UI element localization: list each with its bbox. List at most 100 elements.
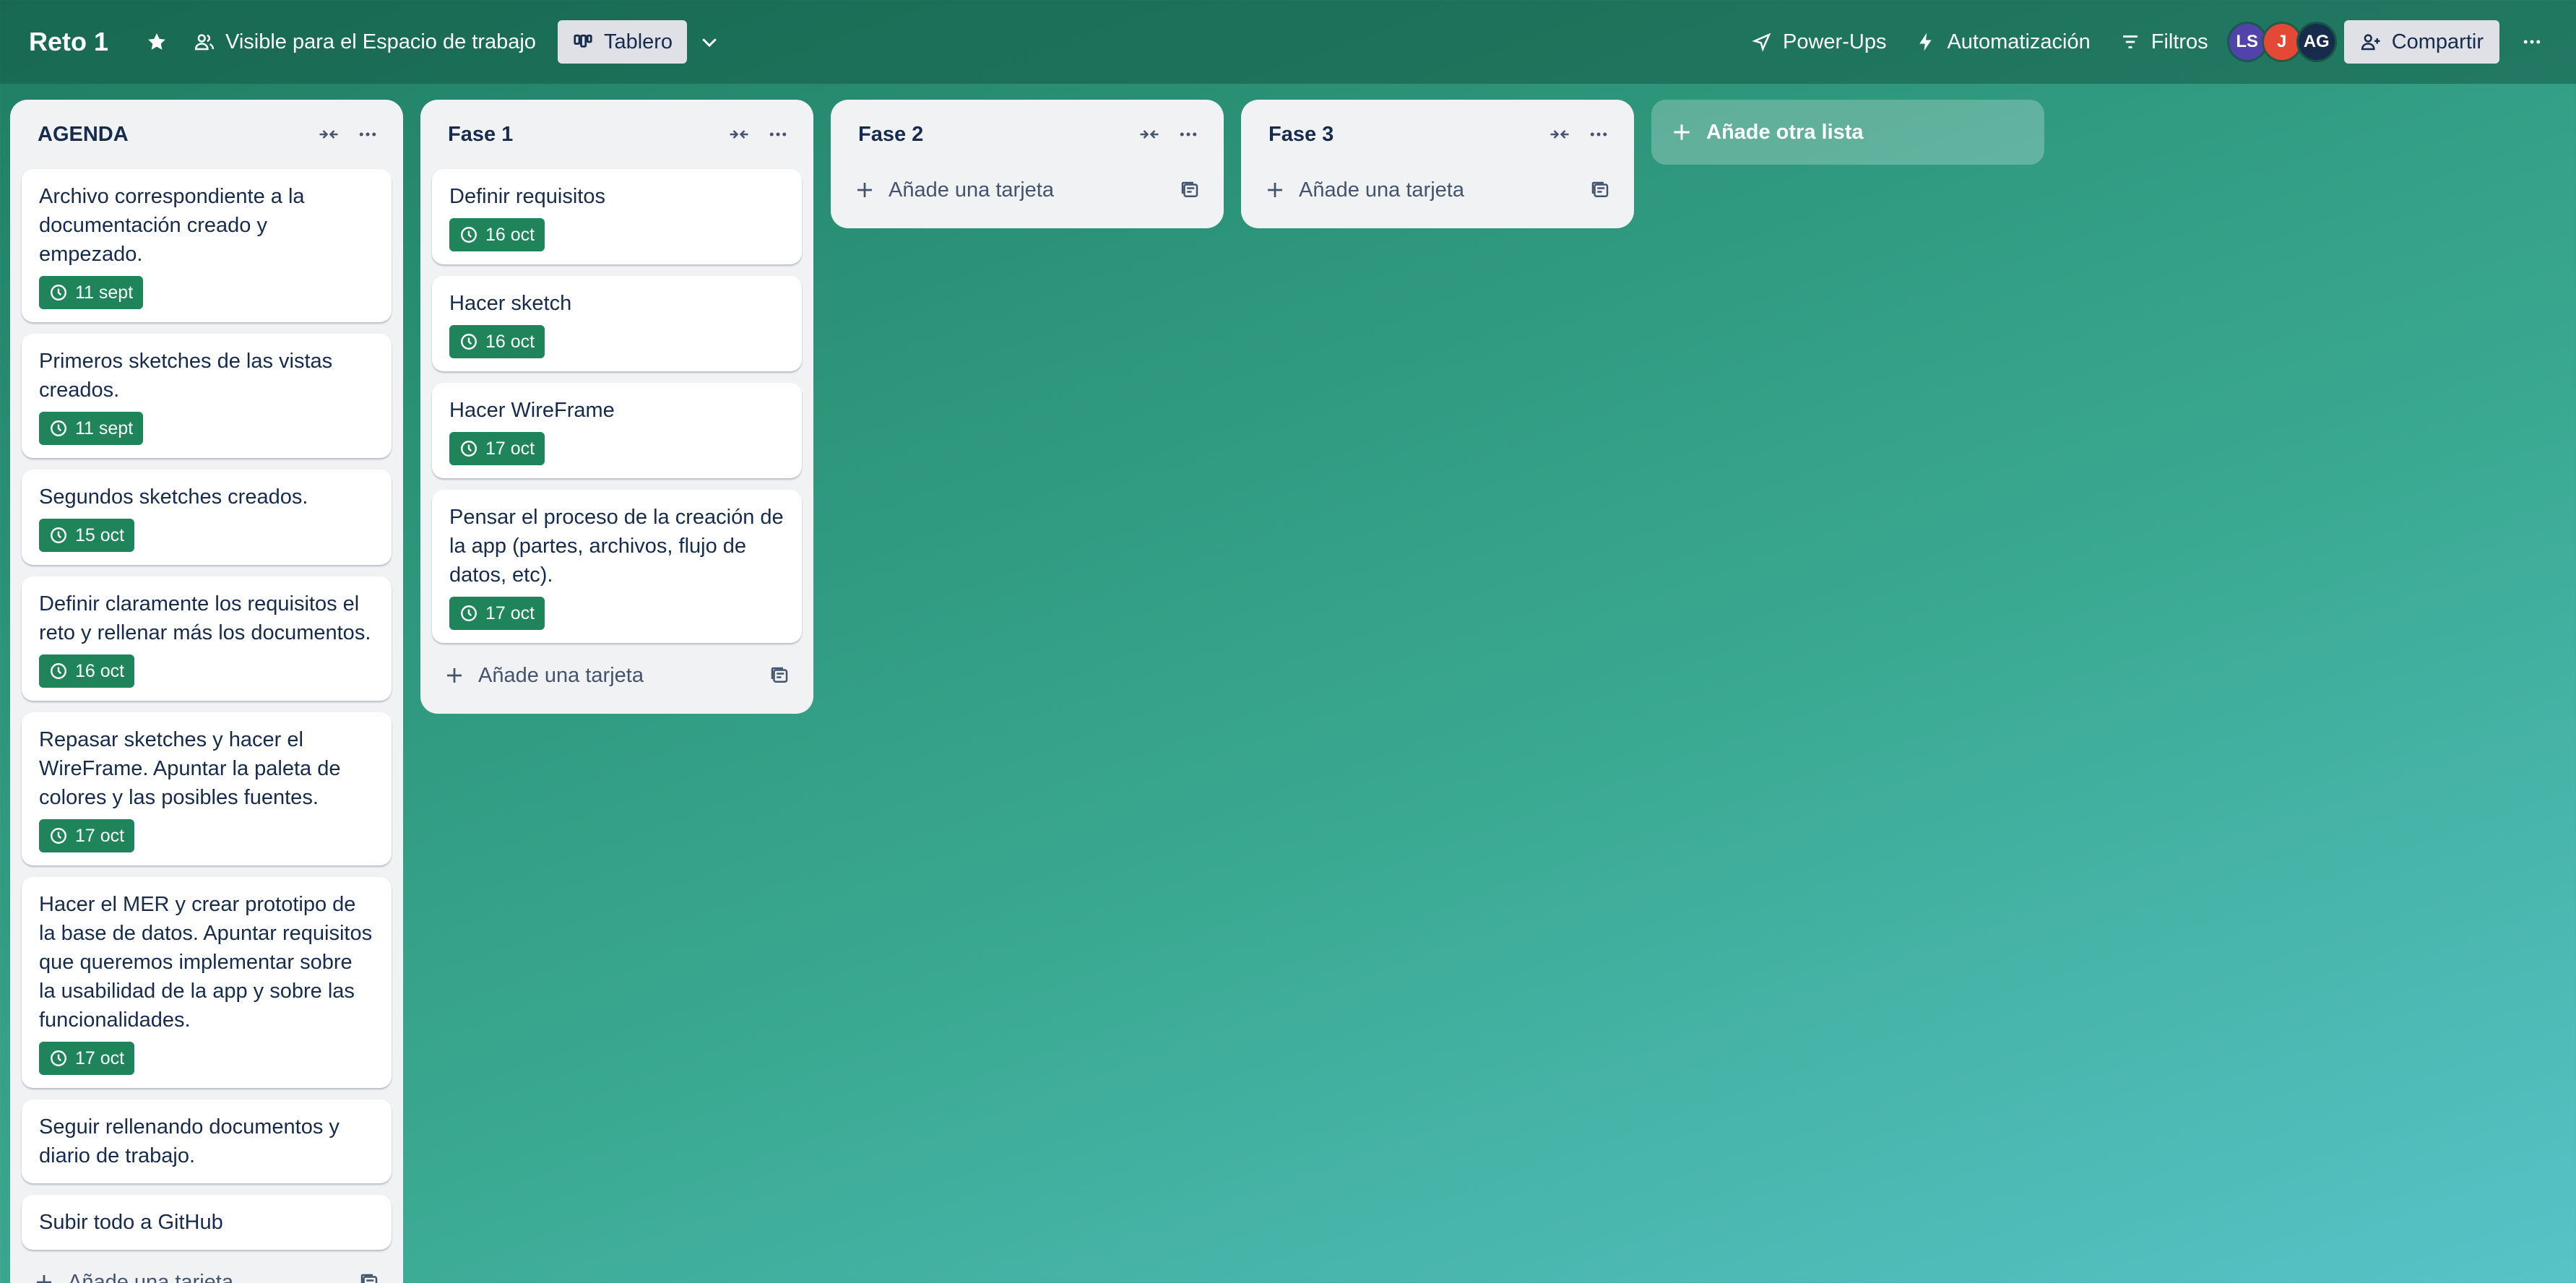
list-title[interactable]: Fase 3 — [1268, 123, 1540, 147]
collapse-icon — [730, 130, 748, 139]
list-menu-button[interactable] — [1579, 115, 1618, 154]
list-title[interactable]: Fase 2 — [858, 123, 1130, 147]
card-title: Hacer WireFrame — [449, 399, 615, 422]
list-header: AGENDA — [10, 100, 403, 169]
due-date-label: 17 oct — [75, 825, 125, 846]
add-card-label: Añade una tarjeta — [68, 1270, 233, 1283]
card[interactable]: Pensar el proceso de la creación de la a… — [432, 490, 802, 643]
clock-icon — [51, 527, 66, 543]
list-menu-button[interactable] — [1169, 115, 1208, 154]
card[interactable]: Hacer el MER y crear prototipo de la bas… — [22, 877, 392, 1088]
collapse-list-button[interactable] — [309, 115, 348, 154]
collapse-icon — [1140, 130, 1159, 139]
star-button[interactable] — [134, 20, 179, 64]
plus-icon — [447, 668, 462, 683]
due-date-label: 11 sept — [75, 418, 134, 439]
member-avatars: LS J AG — [2226, 22, 2337, 62]
collapse-list-button[interactable] — [719, 115, 758, 154]
clock-icon — [51, 828, 66, 844]
add-card-label: Añade una tarjeta — [478, 663, 644, 687]
card-template-icon[interactable] — [1589, 179, 1611, 201]
clock-icon — [51, 420, 66, 436]
card-title: Repasar sketches y hacer el WireFrame. A… — [39, 728, 341, 809]
board-menu-button[interactable] — [2510, 20, 2554, 64]
add-card-button[interactable]: Añade una tarjeta — [842, 163, 1212, 217]
board-header: Reto 1 Visible para el Espacio de trabaj… — [0, 0, 2576, 84]
list-menu-button[interactable] — [758, 115, 798, 154]
due-date-badge[interactable]: 11 sept — [39, 412, 144, 445]
due-date-badge[interactable]: 15 oct — [39, 519, 135, 552]
card-template-icon[interactable] — [1179, 179, 1201, 201]
due-date-badge[interactable]: 11 sept — [39, 276, 144, 309]
card[interactable]: Archivo correspondiente a la documentaci… — [22, 169, 392, 322]
filters-label: Filtros — [2151, 30, 2208, 53]
collapse-list-button[interactable] — [1540, 115, 1579, 154]
share-button[interactable]: Compartir — [2343, 20, 2499, 64]
clock-icon — [51, 1050, 66, 1066]
star-icon — [148, 33, 165, 50]
card[interactable]: Primeros sketches de las vistas creados.… — [22, 334, 392, 458]
filters-button[interactable]: Filtros — [2105, 20, 2223, 64]
card-title: Hacer el MER y crear prototipo de la bas… — [39, 893, 373, 1032]
automation-button[interactable]: Automatización — [1901, 20, 2104, 64]
visibility-button[interactable]: Visible para el Espacio de trabajo — [179, 20, 550, 64]
card[interactable]: Hacer sketch 16 oct — [432, 276, 802, 371]
card-list: Definir requisitos 16 oct Hacer sketch 1… — [420, 169, 813, 643]
list-fase-2: Fase 2 Añade una tarjeta — [831, 100, 1224, 228]
card-title: Primeros sketches de las vistas creados. — [39, 350, 333, 402]
more-icon — [1590, 132, 1607, 137]
list-menu-button[interactable] — [348, 115, 387, 154]
due-date-badge[interactable]: 17 oct — [39, 819, 135, 852]
card-title: Hacer sketch — [449, 292, 572, 315]
avatar[interactable]: AG — [2296, 22, 2337, 62]
due-date-badge[interactable]: 17 oct — [39, 1042, 135, 1075]
card[interactable]: Subir todo a GitHub — [22, 1195, 392, 1250]
view-switcher-button[interactable] — [687, 20, 732, 64]
powerups-label: Power-Ups — [1783, 30, 1887, 53]
due-date-label: 17 oct — [485, 438, 535, 459]
plus-icon — [1674, 124, 1690, 140]
filter-icon — [2122, 35, 2138, 48]
list-header: Fase 1 — [420, 100, 813, 169]
card-title: Definir requisitos — [449, 185, 605, 208]
add-card-button[interactable]: Añade una tarjeta — [1253, 163, 1622, 217]
powerups-button[interactable]: Power-Ups — [1737, 20, 1901, 64]
add-card-label: Añade una tarjeta — [889, 178, 1054, 202]
add-list-button[interactable]: Añade otra lista — [1651, 100, 2044, 165]
clock-icon — [461, 605, 477, 621]
plus-icon — [1268, 183, 1282, 197]
card-list: Archivo correspondiente a la documentaci… — [10, 169, 403, 1250]
card-template-icon[interactable] — [358, 1271, 380, 1283]
card[interactable]: Definir claramente los requisitos el ret… — [22, 576, 392, 701]
card[interactable]: Hacer WireFrame 17 oct — [432, 383, 802, 478]
card-title: Seguir rellenando documentos y diario de… — [39, 1115, 340, 1167]
clock-icon — [461, 227, 477, 243]
due-date-badge[interactable]: 17 oct — [449, 432, 545, 465]
plus-icon — [857, 183, 872, 197]
card-template-icon[interactable] — [769, 665, 790, 686]
board-title[interactable]: Reto 1 — [29, 27, 108, 57]
card[interactable]: Segundos sketches creados. 15 oct — [22, 470, 392, 565]
list-header: Fase 2 — [831, 100, 1224, 169]
card[interactable]: Seguir rellenando documentos y diario de… — [22, 1100, 392, 1183]
list-title[interactable]: Fase 1 — [448, 123, 719, 147]
add-card-label: Añade una tarjeta — [1299, 178, 1464, 202]
card[interactable]: Definir requisitos 16 oct — [432, 169, 802, 264]
card-title: Archivo correspondiente a la documentaci… — [39, 185, 305, 266]
view-label: Tablero — [603, 30, 673, 53]
automation-label: Automatización — [1947, 30, 2091, 53]
due-date-label: 16 oct — [75, 660, 125, 681]
due-date-badge[interactable]: 16 oct — [449, 325, 545, 358]
card-title: Segundos sketches creados. — [39, 485, 308, 509]
due-date-badge[interactable]: 16 oct — [449, 218, 545, 251]
card-title: Pensar el proceso de la creación de la a… — [449, 506, 784, 587]
collapse-list-button[interactable] — [1130, 115, 1169, 154]
due-date-badge[interactable]: 17 oct — [449, 597, 545, 630]
view-tablero-button[interactable]: Tablero — [557, 20, 688, 64]
card[interactable]: Repasar sketches y hacer el WireFrame. A… — [22, 712, 392, 865]
due-date-badge[interactable]: 16 oct — [39, 655, 135, 688]
add-card-button[interactable]: Añade una tarjeta — [432, 649, 802, 702]
list-title[interactable]: AGENDA — [38, 123, 309, 147]
add-list-label: Añade otra lista — [1706, 120, 1864, 144]
add-card-button[interactable]: Añade una tarjeta — [22, 1256, 392, 1283]
